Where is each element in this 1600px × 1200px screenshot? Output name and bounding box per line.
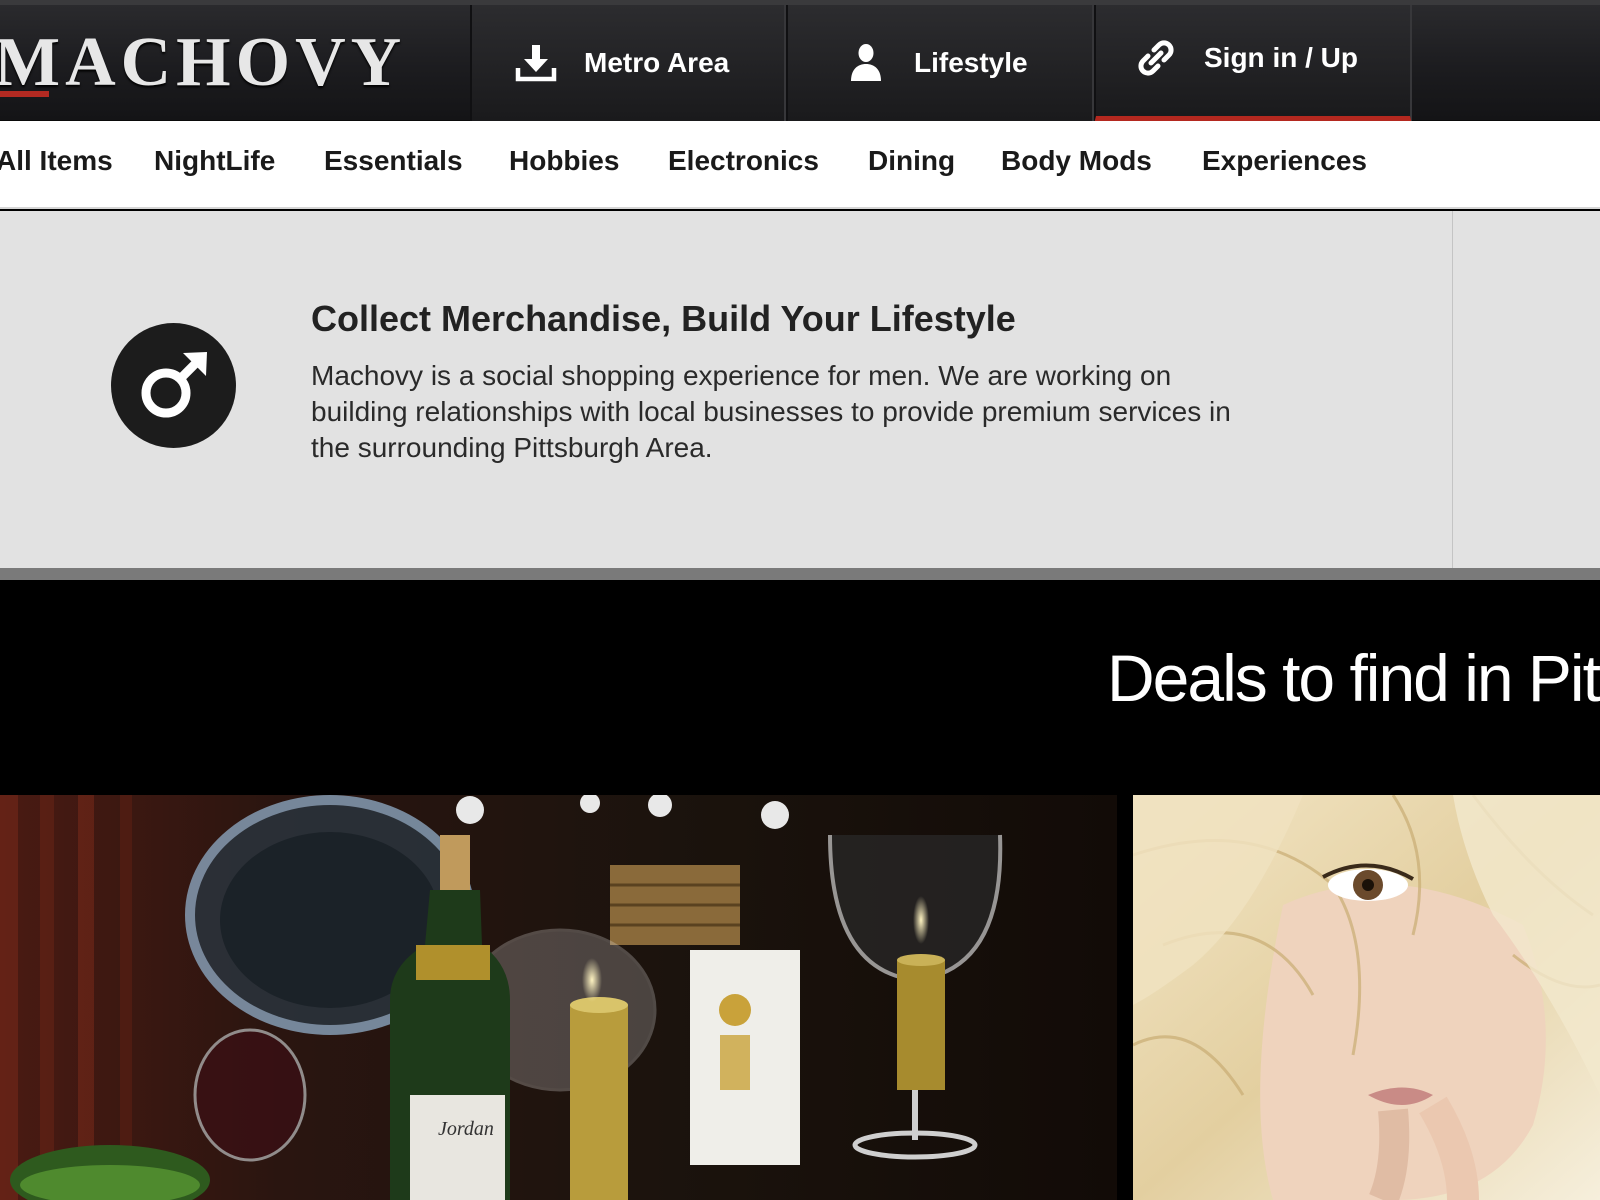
intro-heading: Collect Merchandise, Build Your Lifestyl… <box>311 298 1016 339</box>
category-experiences[interactable]: Experiences <box>1202 145 1367 177</box>
category-bar: All Items NightLife Essentials Hobbies E… <box>0 121 1600 209</box>
nav-tab-label: Lifestyle <box>914 47 1028 78</box>
dining-scene-image: Jordan <box>0 795 1117 1200</box>
intro-divider <box>1452 211 1453 568</box>
deals-heading: Deals to find in Pitts <box>1107 641 1600 715</box>
category-electronics[interactable]: Electronics <box>668 145 819 177</box>
site-logo[interactable]: MACHOVY <box>0 23 406 103</box>
male-symbol-icon <box>111 323 236 448</box>
logo-accent-line <box>0 91 49 97</box>
portrait-image <box>1133 795 1600 1200</box>
intro-description: Machovy is a social shopping experience … <box>311 360 1231 463</box>
category-nightlife[interactable]: NightLife <box>154 145 275 177</box>
intro-bottom-border <box>0 568 1600 580</box>
category-body-mods[interactable]: Body Mods <box>1001 145 1152 177</box>
deal-image-dining[interactable]: Jordan <box>0 795 1117 1200</box>
category-all-items[interactable]: All Items <box>0 145 113 177</box>
top-navigation-bar: MACHOVY Metro Area Lifestyle Sign in / U… <box>0 0 1600 124</box>
user-icon <box>851 44 881 81</box>
nav-tab-metro-area[interactable]: Metro Area <box>470 5 786 121</box>
category-dining[interactable]: Dining <box>868 145 955 177</box>
deal-image-portrait[interactable] <box>1133 795 1600 1200</box>
nav-tab-label: Metro Area <box>584 47 730 78</box>
category-hobbies[interactable]: Hobbies <box>509 145 619 177</box>
download-icon <box>515 45 557 82</box>
nav-tab-lifestyle[interactable]: Lifestyle <box>786 5 1094 121</box>
svg-text:Jordan: Jordan <box>438 1118 494 1140</box>
category-essentials[interactable]: Essentials <box>324 145 463 177</box>
nav-tab-label: Sign in / Up <box>1204 41 1358 73</box>
link-icon <box>1138 39 1174 76</box>
nav-tab-sign-in[interactable]: Sign in / Up <box>1094 5 1412 124</box>
